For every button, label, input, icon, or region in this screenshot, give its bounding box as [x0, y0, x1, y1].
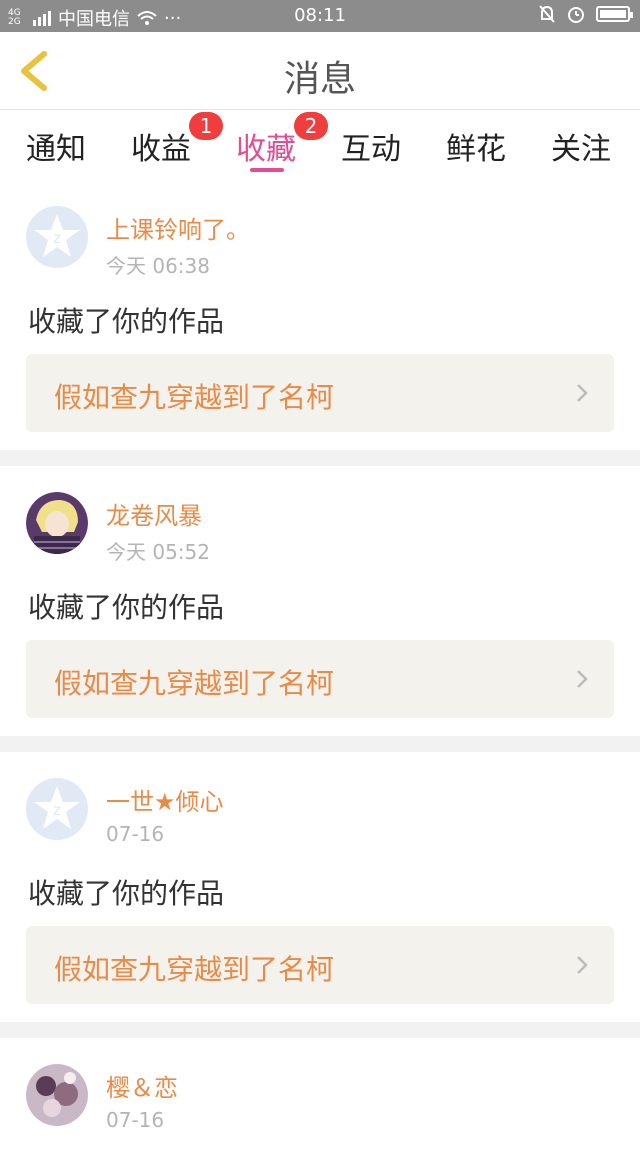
tab-notifications[interactable]: 通知 — [26, 124, 86, 168]
divider — [0, 450, 640, 466]
divider — [0, 1022, 640, 1038]
work-link[interactable]: 假如查九穿越到了名柯 — [26, 926, 614, 1004]
user-name[interactable]: 樱＆恋 — [106, 1068, 178, 1103]
battery-icon — [596, 6, 633, 22]
message-card: 龙卷风暴 今天 05:52 收藏了你的作品 假如查九穿越到了名柯 — [0, 466, 640, 736]
user-name[interactable]: 上课铃响了。 — [106, 210, 250, 245]
status-bar: 4G 2G 中国电信 ··· 08:11 — [0, 0, 640, 32]
user-name[interactable]: 龙卷风暴 — [106, 496, 202, 531]
tab-label: 关注 — [551, 132, 611, 167]
work-title: 假如查九穿越到了名柯 — [54, 667, 335, 700]
chevron-right-icon — [577, 384, 588, 402]
page-title: 消息 — [283, 59, 356, 100]
tab-label: 收益 — [131, 132, 191, 167]
chevron-right-icon — [577, 670, 588, 688]
svg-text:z: z — [53, 229, 61, 247]
tab-label: 通知 — [26, 132, 86, 167]
message-time: 07-16 — [106, 822, 165, 846]
anime-avatar-icon[interactable] — [26, 492, 88, 554]
svg-text:z: z — [53, 801, 61, 819]
default-avatar-icon[interactable]: z — [26, 778, 88, 840]
user-name[interactable]: 一世★倾心 — [106, 782, 224, 817]
tab-label: 鲜花 — [446, 132, 506, 167]
count-badge: 1 — [189, 112, 223, 140]
mute-icon — [539, 5, 555, 23]
photo-avatar-icon[interactable] — [26, 1064, 88, 1126]
message-card: 樱＆恋 07-16 — [0, 1038, 640, 1158]
chevron-right-icon — [577, 956, 588, 974]
message-list: z 上课铃响了。 今天 06:38 收藏了你的作品 假如查九穿越到了名柯 龙卷风… — [0, 180, 640, 1158]
work-title: 假如查九穿越到了名柯 — [54, 381, 335, 414]
message-time: 今天 06:38 — [106, 254, 210, 278]
tab-label: 互动 — [341, 132, 401, 167]
tab-flowers[interactable]: 鲜花 — [446, 124, 506, 168]
active-tab-indicator — [250, 168, 284, 172]
nav-bar: 消息 — [0, 32, 640, 110]
count-badge: 2 — [294, 112, 328, 140]
default-avatar-icon[interactable]: z — [26, 206, 88, 268]
tab-follows[interactable]: 关注 — [551, 124, 611, 168]
divider — [0, 736, 640, 752]
work-link[interactable]: 假如查九穿越到了名柯 — [26, 354, 614, 432]
work-title: 假如查九穿越到了名柯 — [54, 953, 335, 986]
message-action: 收藏了你的作品 — [28, 877, 225, 910]
work-link[interactable]: 假如查九穿越到了名柯 — [26, 640, 614, 718]
message-time: 07-16 — [106, 1108, 165, 1132]
alarm-icon — [568, 7, 584, 23]
message-time: 今天 05:52 — [106, 540, 210, 564]
tab-interactions[interactable]: 互动 — [341, 124, 401, 168]
message-action: 收藏了你的作品 — [28, 591, 225, 624]
message-action: 收藏了你的作品 — [28, 305, 225, 338]
message-card: z 上课铃响了。 今天 06:38 收藏了你的作品 假如查九穿越到了名柯 — [0, 180, 640, 450]
tab-favorites[interactable]: 收藏 2 — [236, 112, 328, 168]
tab-earnings[interactable]: 收益 1 — [131, 112, 223, 168]
message-card: z 一世★倾心 07-16 收藏了你的作品 假如查九穿越到了名柯 — [0, 752, 640, 1022]
tab-bar: 通知 收益 1 收藏 2 互动 鲜花 关注 — [0, 110, 640, 180]
tab-label: 收藏 — [236, 132, 296, 167]
